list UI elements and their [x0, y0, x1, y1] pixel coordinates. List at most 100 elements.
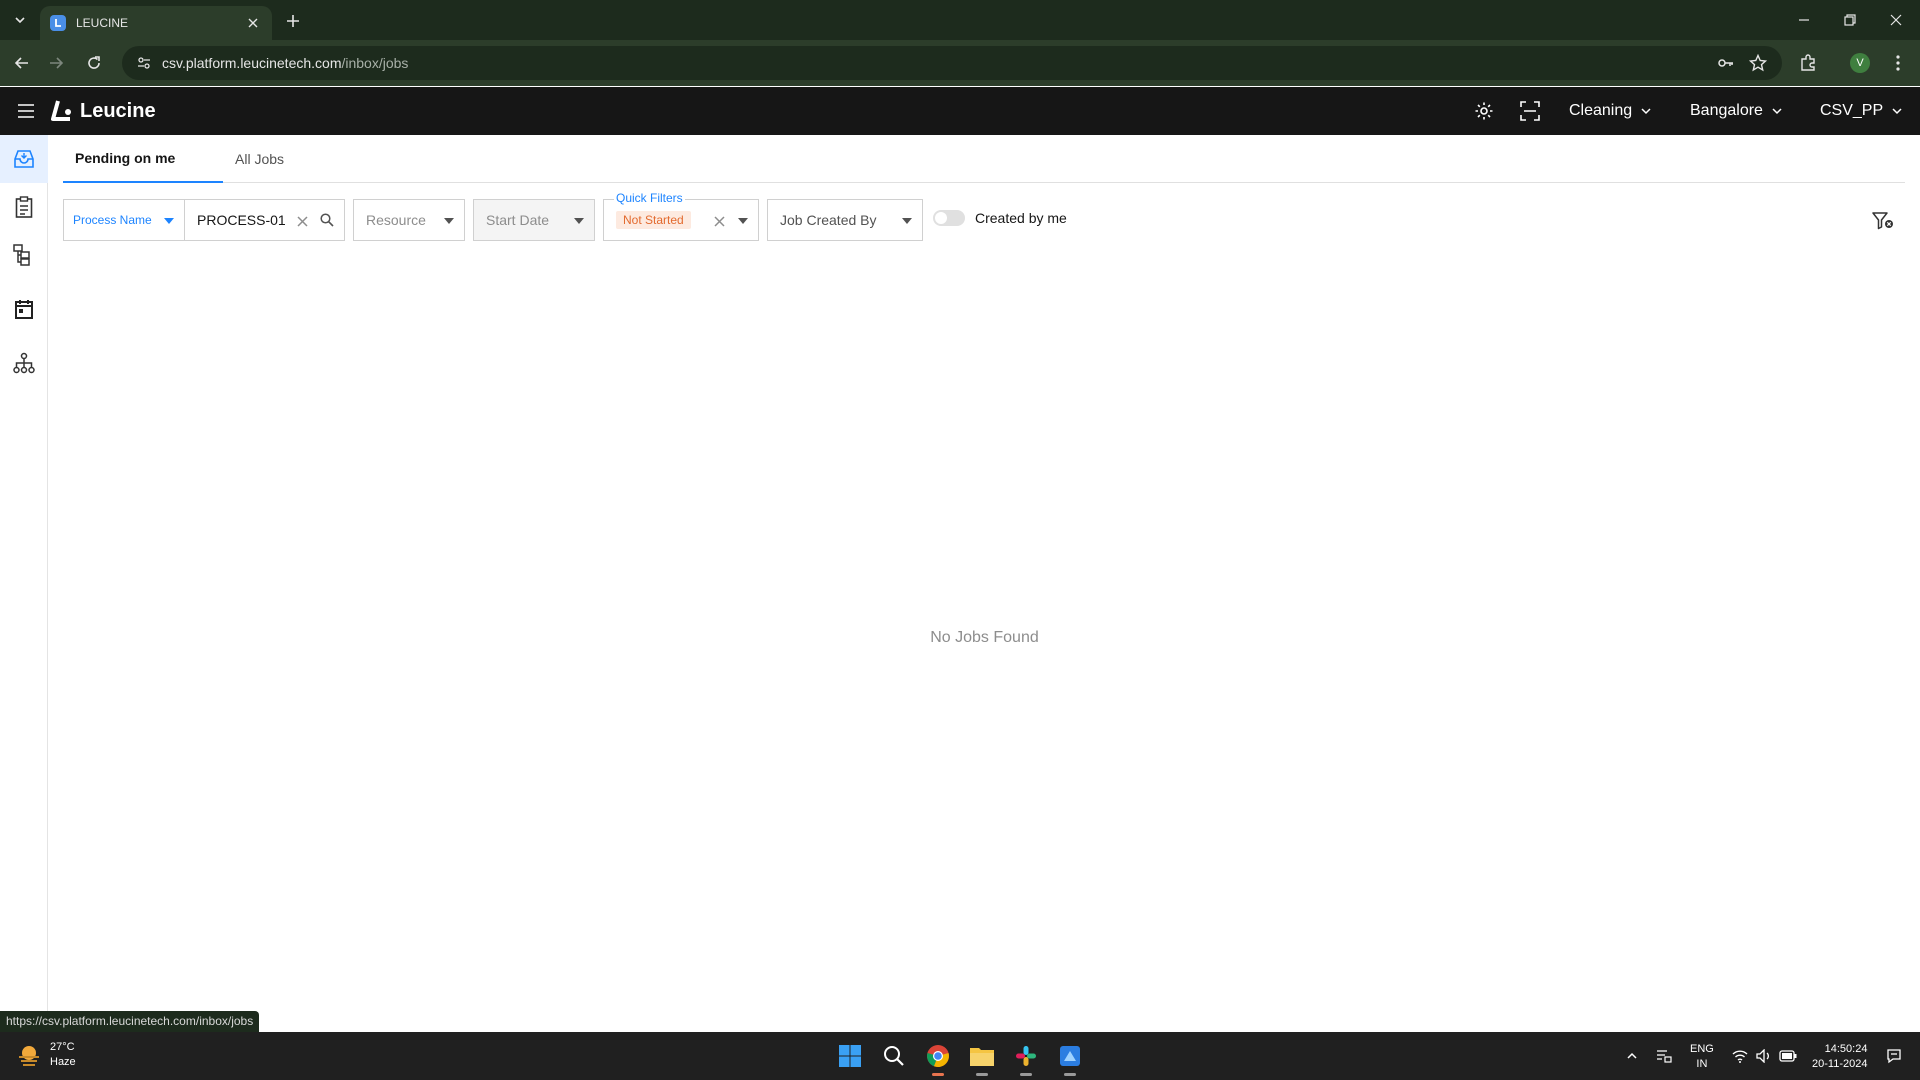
battery-button[interactable] [1778, 1044, 1798, 1068]
clock-time: 14:50:24 [1824, 1043, 1868, 1055]
toggle-knob [935, 212, 947, 224]
user-select[interactable]: CSV_PP [1820, 99, 1903, 123]
sitemap-icon [13, 352, 35, 374]
minimize-window-button[interactable] [1786, 8, 1822, 32]
jobs-tabs: Pending on me All Jobs [63, 135, 1905, 183]
browser-tab-strip: LEUCINE [0, 0, 1920, 40]
sidebar-item-inbox[interactable] [0, 135, 48, 183]
battery-icon [1779, 1050, 1797, 1062]
bookmark-button[interactable] [1746, 51, 1770, 75]
back-button[interactable] [10, 51, 34, 75]
browser-tab-active[interactable]: LEUCINE [40, 6, 272, 40]
restore-icon [1844, 14, 1856, 26]
clear-process-button[interactable] [295, 214, 309, 228]
quick-filter-chip[interactable]: Not Started [616, 211, 691, 229]
volume-button[interactable] [1754, 1044, 1774, 1068]
scan-button[interactable] [1518, 99, 1542, 123]
tab-pending-on-me[interactable]: Pending on me [63, 135, 223, 183]
plus-icon [287, 15, 299, 27]
app-header: Leucine Cleaning Bangalore CSV_PP [0, 87, 1920, 135]
notification-icon [1887, 1049, 1901, 1064]
taskbar-slack[interactable] [1010, 1040, 1042, 1076]
menu-button[interactable] [14, 99, 38, 123]
location-select-value: Bangalore [1690, 102, 1763, 119]
settings-button[interactable] [1472, 99, 1496, 123]
wifi-button[interactable] [1730, 1044, 1750, 1068]
job-created-by-placeholder: Job Created By [780, 212, 877, 228]
leucine-logo[interactable]: Leucine [50, 97, 156, 125]
start-button[interactable] [834, 1040, 866, 1072]
show-hidden-icons-button[interactable] [1622, 1044, 1642, 1068]
start-date-select[interactable]: Start Date [473, 199, 595, 241]
search-button[interactable] [319, 212, 335, 228]
sidebar-item-org-chart[interactable] [0, 339, 48, 387]
puzzle-icon [1801, 54, 1815, 71]
browser-menu-button[interactable] [1886, 51, 1910, 75]
search-icon [884, 1046, 904, 1066]
sidebar-item-calendar[interactable] [0, 285, 48, 333]
taskbar-search-button[interactable] [878, 1040, 910, 1072]
close-tab-button[interactable] [244, 14, 262, 32]
password-key-button[interactable] [1714, 51, 1738, 75]
sidebar-item-ontology[interactable] [0, 231, 48, 279]
search-icon [320, 213, 334, 227]
tab-all-jobs[interactable]: All Jobs [223, 135, 296, 183]
chevron-down-icon [15, 17, 25, 24]
close-window-button[interactable] [1878, 8, 1914, 32]
close-icon [1890, 14, 1902, 26]
reload-icon [88, 56, 100, 69]
hierarchy-icon [13, 244, 30, 266]
restore-window-button[interactable] [1832, 8, 1868, 32]
clear-quick-filter-button[interactable] [712, 214, 726, 228]
address-bar[interactable]: csv.platform.leucinetech.com/inbox/jobs [122, 46, 1782, 80]
tray-notifications-button[interactable] [1654, 1044, 1674, 1068]
sidebar-item-checklists[interactable] [0, 183, 48, 231]
weather-condition: Haze [50, 1056, 76, 1068]
browser-toolbar: csv.platform.leucinetech.com/inbox/jobs … [0, 40, 1920, 86]
display-icon [1657, 1050, 1672, 1063]
wifi-icon [1732, 1050, 1748, 1063]
facility-select[interactable]: Cleaning [1569, 99, 1652, 123]
profile-button[interactable]: V [1848, 51, 1872, 75]
new-tab-button[interactable] [282, 10, 304, 32]
process-field-select[interactable]: Process Name [63, 199, 185, 241]
taskbar-file-explorer[interactable] [966, 1040, 998, 1076]
notification-center-button[interactable] [1884, 1044, 1904, 1068]
gear-icon [1475, 102, 1493, 120]
hamburger-icon [18, 104, 34, 118]
start-date-placeholder: Start Date [486, 212, 550, 228]
haze-sun-icon [19, 1046, 39, 1066]
empty-state-message: No Jobs Found [930, 629, 1039, 646]
close-icon [296, 215, 308, 227]
speaker-icon [1756, 1049, 1769, 1063]
quick-filters-select[interactable]: Quick Filters Not Started [603, 191, 759, 241]
reload-button[interactable] [82, 51, 106, 75]
taskbar-chrome[interactable] [922, 1040, 954, 1076]
forward-button[interactable] [44, 51, 68, 75]
job-created-by-select[interactable]: Job Created By [767, 199, 923, 241]
close-icon [248, 18, 258, 28]
os-taskbar: 27°C Haze ENG IN 14:50:24 20-11-2024 [0, 1032, 1920, 1080]
app-indicator [1064, 1073, 1076, 1076]
caret-down-icon [164, 216, 174, 226]
close-icon [713, 215, 725, 227]
caret-down-icon [444, 216, 454, 226]
site-info-button[interactable] [132, 51, 156, 75]
process-search-value: PROCESS-01 [197, 212, 286, 228]
taskbar-app[interactable] [1054, 1040, 1086, 1076]
clear-filters-button[interactable] [1871, 209, 1895, 233]
chevron-up-icon [1627, 1052, 1637, 1059]
created-by-me-toggle[interactable] [933, 210, 965, 226]
input-language-indicator[interactable]: ENG IN [1690, 1042, 1714, 1072]
system-clock[interactable]: 14:50:24 20-11-2024 [1812, 1042, 1867, 1072]
tab-search-button[interactable] [6, 8, 34, 32]
clipboard-icon [15, 196, 33, 218]
process-search-input[interactable]: PROCESS-01 [185, 199, 345, 241]
profile-avatar: V [1850, 53, 1870, 73]
extensions-button[interactable] [1796, 51, 1820, 75]
slack-indicator [1020, 1073, 1032, 1076]
location-select[interactable]: Bangalore [1690, 99, 1783, 123]
resource-select[interactable]: Resource [353, 199, 465, 241]
weather-widget[interactable]: 27°C Haze [16, 1040, 76, 1070]
url-path: /inbox/jobs [341, 55, 409, 71]
